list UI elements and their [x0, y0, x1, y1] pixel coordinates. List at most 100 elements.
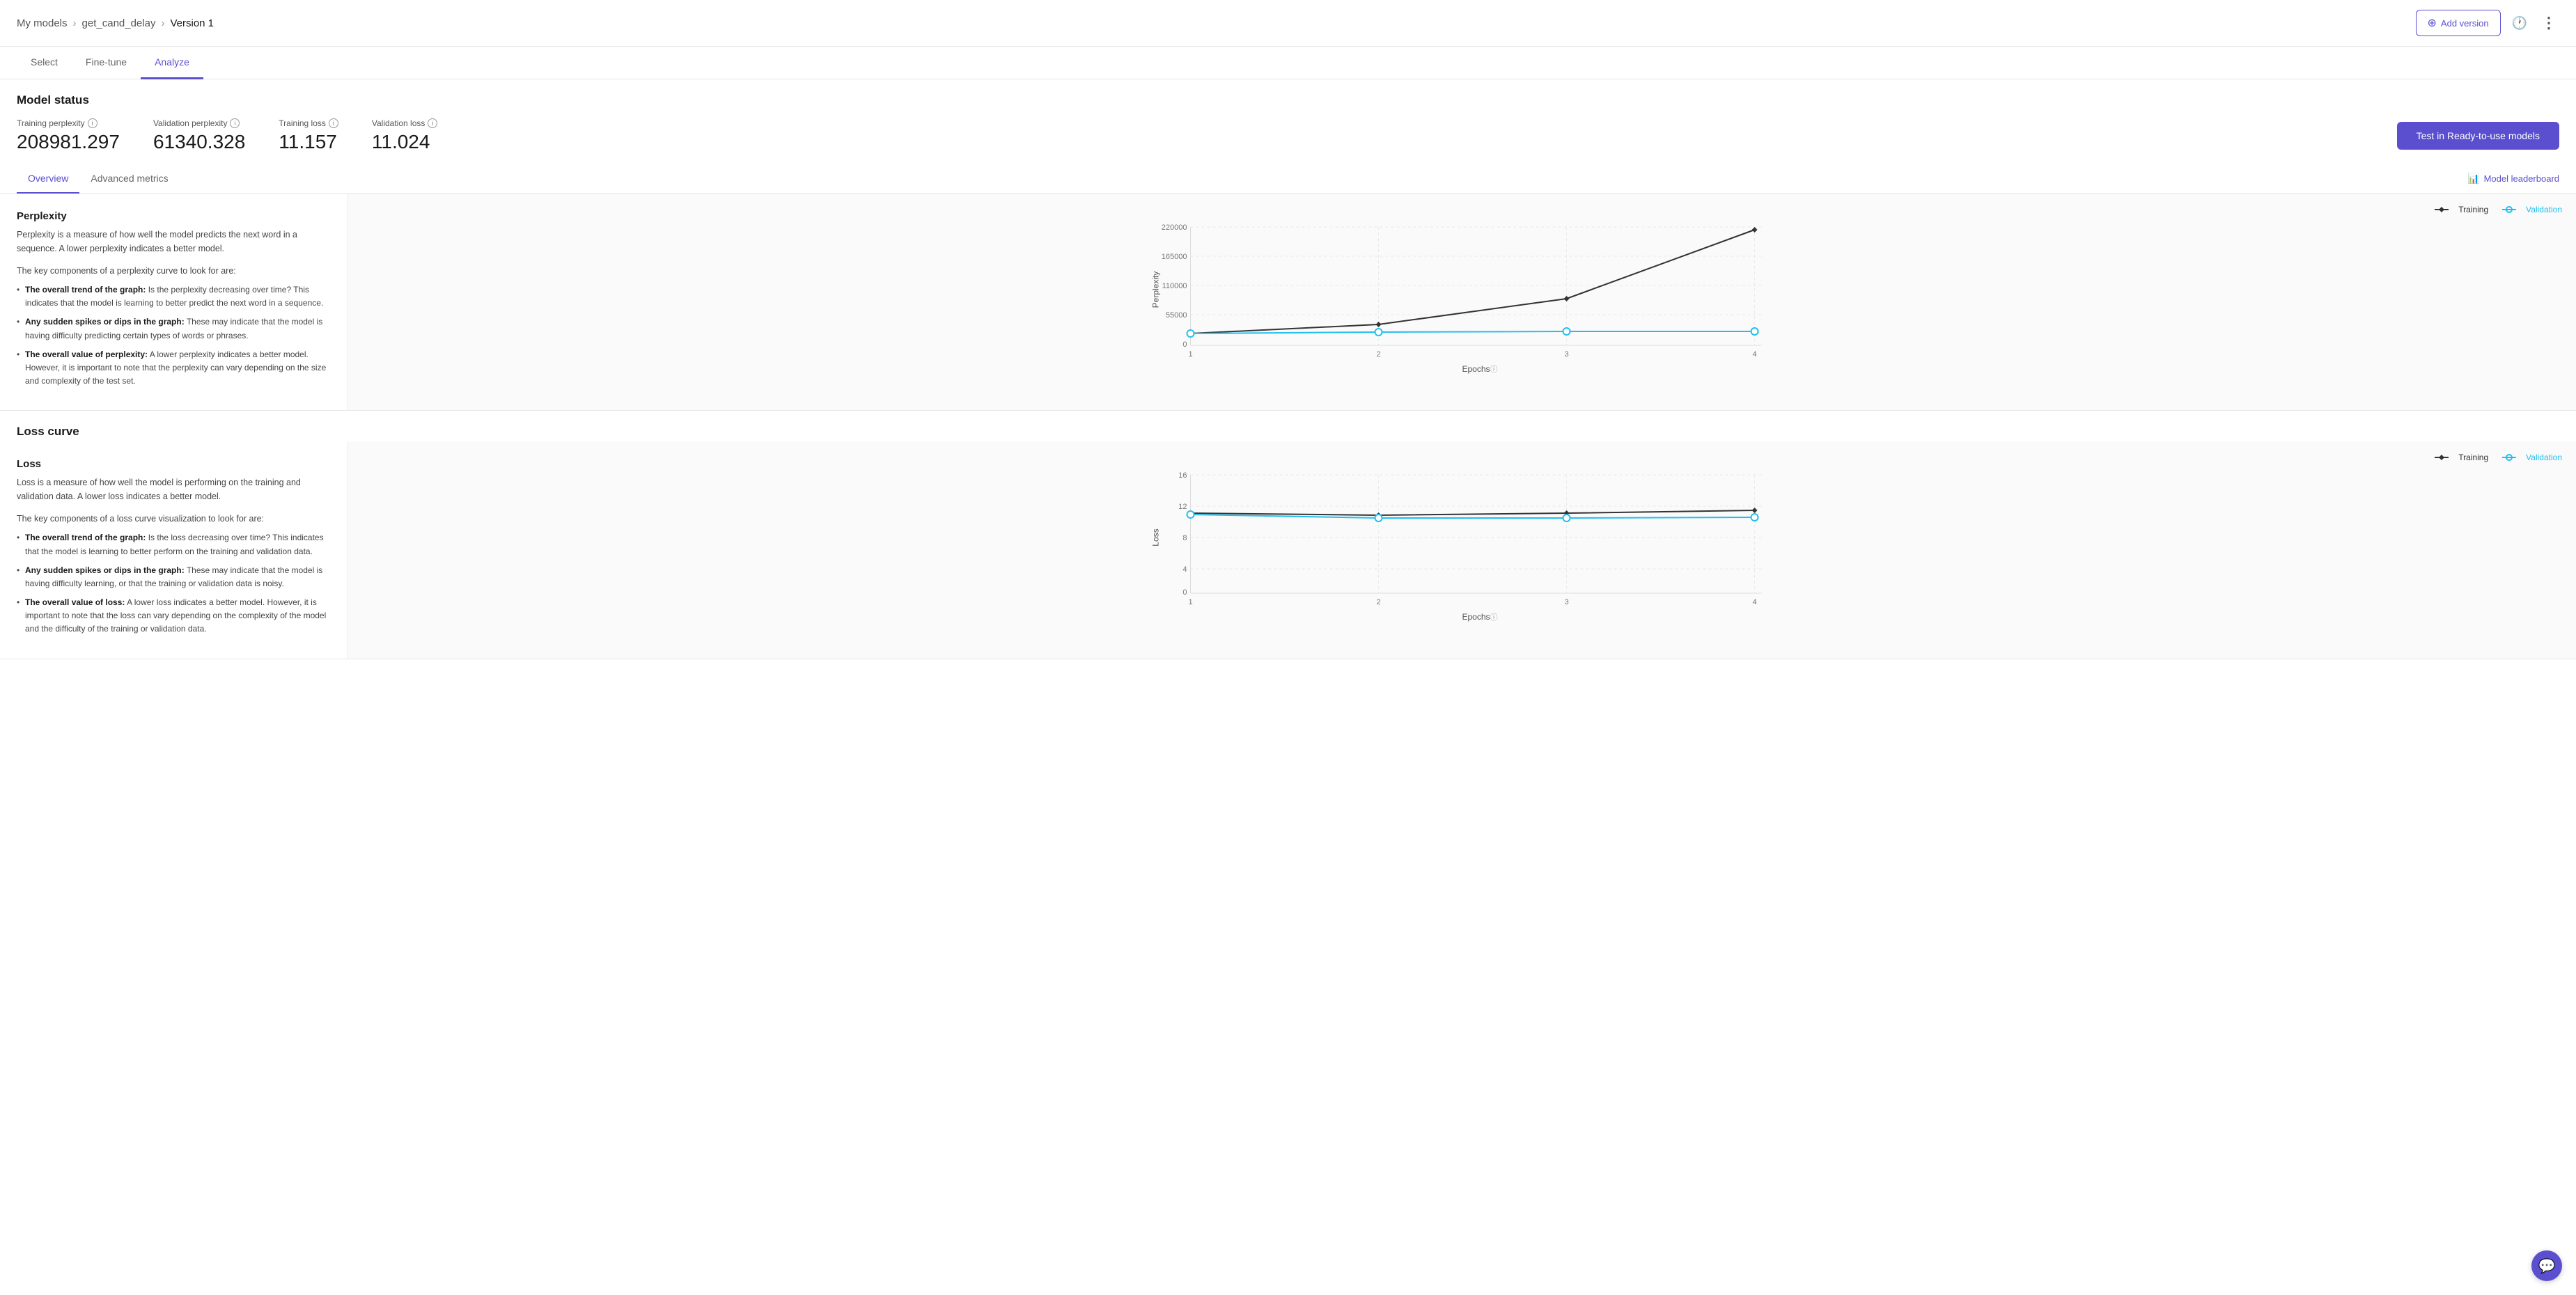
info-icon-validation-perplexity[interactable]: i: [230, 118, 240, 128]
add-version-button[interactable]: ⊕ Add version: [2416, 10, 2501, 36]
svg-text:110000: 110000: [1162, 282, 1187, 290]
perplexity-section-inner: Perplexity Perplexity is a measure of ho…: [0, 194, 2576, 410]
top-bar: My models › get_cand_delay › Version 1 ⊕…: [0, 0, 2576, 47]
leaderboard-chart-icon: 📊: [2467, 173, 2479, 185]
perplexity-desc: Perplexity is a measure of how well the …: [17, 228, 331, 256]
sub-tab-overview[interactable]: Overview: [17, 164, 79, 194]
metric-value-training-perplexity: 208981.297: [17, 131, 120, 153]
loss-legend-validation-label: Validation: [2526, 453, 2562, 462]
sub-tabs: Overview Advanced metrics 📊 Model leader…: [0, 164, 2576, 194]
loss-legend-validation: Validation: [2502, 453, 2562, 462]
chat-icon: 💬: [2538, 1257, 2556, 1275]
loss-bullet-3: The overall value of loss: A lower loss …: [17, 596, 331, 636]
loss-sub-label: The key components of a loss curve visua…: [17, 512, 331, 526]
perplexity-chart: 220000 165000 110000 55000 0 1 2 3 4 Per…: [362, 220, 2562, 380]
perplexity-bullet-2: Any sudden spikes or dips in the graph: …: [17, 315, 331, 342]
loss-training-legend-line: [2435, 453, 2454, 462]
loss-section-inner: Loss Loss is a measure of how well the m…: [0, 441, 2576, 658]
metric-validation-loss: Validation loss i 11.024: [372, 118, 438, 153]
svg-text:2: 2: [1376, 350, 1380, 359]
svg-text:0: 0: [1182, 588, 1187, 597]
training-legend-line: [2435, 205, 2454, 214]
loss-legend-training: Training: [2435, 453, 2488, 462]
validation-legend-line: [2502, 205, 2522, 214]
svg-text:1: 1: [1188, 350, 1192, 359]
loss-sub-title: Loss: [17, 458, 331, 470]
svg-text:4: 4: [1182, 565, 1187, 574]
perplexity-legend-training: Training: [2435, 205, 2488, 214]
svg-text:0: 0: [1182, 340, 1187, 349]
loss-section: Loss Loss is a measure of how well the m…: [0, 441, 2576, 659]
svg-text:4: 4: [1752, 350, 1756, 359]
tab-analyze[interactable]: Analyze: [141, 47, 203, 79]
perplexity-legend-validation: Validation: [2502, 205, 2562, 214]
add-version-label: Add version: [2441, 18, 2489, 29]
perplexity-section: Perplexity Perplexity is a measure of ho…: [0, 194, 2576, 411]
breadcrumb-sep1: ›: [73, 17, 77, 29]
loss-bullet-2-bold: Any sudden spikes or dips in the graph:: [25, 565, 185, 575]
loss-bullet-2: Any sudden spikes or dips in the graph: …: [17, 564, 331, 590]
svg-text:Epochs: Epochs: [1462, 612, 1490, 622]
metrics-row: Training perplexity i 208981.297 Validat…: [17, 118, 2559, 153]
loss-chart-area: Training Validation: [348, 441, 2576, 658]
more-options-button[interactable]: ⋮: [2538, 11, 2559, 35]
perplexity-description: Perplexity Perplexity is a measure of ho…: [0, 194, 348, 410]
chat-bubble-button[interactable]: 💬: [2531, 1250, 2562, 1281]
svg-text:16: 16: [1178, 471, 1187, 480]
info-icon-validation-loss[interactable]: i: [428, 118, 437, 128]
svg-text:12: 12: [1178, 503, 1187, 511]
svg-text:165000: 165000: [1162, 253, 1187, 261]
metric-label-training-loss: Training loss i: [279, 118, 338, 128]
metric-value-validation-loss: 11.024: [372, 131, 438, 153]
breadcrumb: My models › get_cand_delay › Version 1: [17, 17, 214, 29]
perplexity-chart-area: Training Validation: [348, 194, 2576, 410]
loss-bullet-3-bold: The overall value of loss:: [25, 597, 125, 607]
svg-text:2: 2: [1376, 598, 1380, 606]
svg-text:3: 3: [1564, 350, 1568, 359]
loss-bullets: The overall trend of the graph: Is the l…: [17, 531, 331, 636]
sub-tabs-left: Overview Advanced metrics: [17, 164, 180, 193]
metric-value-validation-perplexity: 61340.328: [153, 131, 245, 153]
svg-text:Perplexity: Perplexity: [1151, 272, 1161, 308]
model-leaderboard-link[interactable]: 📊 Model leaderboard: [2467, 173, 2559, 185]
loss-chart: 16 12 8 4 0 1 2 3 4 Loss Epochs ⓘ: [362, 468, 2562, 628]
more-icon: ⋮: [2541, 14, 2557, 31]
metric-label-validation-perplexity: Validation perplexity i: [153, 118, 245, 128]
perplexity-bullet-1: The overall trend of the graph: Is the p…: [17, 283, 331, 310]
loss-validation-legend-line: [2502, 453, 2522, 462]
info-icon-training-perplexity[interactable]: i: [88, 118, 97, 128]
perplexity-bullet-3-bold: The overall value of perplexity:: [25, 350, 148, 359]
info-icon-training-loss[interactable]: i: [329, 118, 338, 128]
model-status-section: Model status Training perplexity i 20898…: [0, 79, 2576, 164]
test-ready-to-use-button[interactable]: Test in Ready-to-use models: [2397, 122, 2559, 150]
perplexity-chart-legend: Training Validation: [362, 205, 2562, 214]
main-content: Perplexity Perplexity is a measure of ho…: [0, 194, 2576, 659]
svg-text:ⓘ: ⓘ: [1490, 613, 1498, 622]
svg-text:8: 8: [1182, 534, 1187, 542]
breadcrumb-sep2: ›: [161, 17, 164, 29]
tab-finetune[interactable]: Fine-tune: [72, 47, 141, 79]
loss-legend-training-label: Training: [2458, 453, 2488, 462]
loss-section-title: Loss curve: [0, 411, 2576, 441]
loss-desc: Loss is a measure of how well the model …: [17, 476, 331, 503]
perplexity-bullet-1-bold: The overall trend of the graph:: [25, 285, 146, 295]
svg-text:1: 1: [1188, 598, 1192, 606]
metric-label-training-perplexity: Training perplexity i: [17, 118, 120, 128]
breadcrumb-part1[interactable]: My models: [17, 17, 68, 29]
history-icon: 🕐: [2512, 16, 2527, 30]
sub-tab-advanced-metrics[interactable]: Advanced metrics: [79, 164, 179, 194]
breadcrumb-part3: Version 1: [170, 17, 214, 29]
tab-select[interactable]: Select: [17, 47, 72, 79]
svg-text:55000: 55000: [1166, 311, 1187, 320]
loss-bullet-1: The overall trend of the graph: Is the l…: [17, 531, 331, 558]
loss-curve-title: Loss curve: [17, 425, 2559, 439]
breadcrumb-part2[interactable]: get_cand_delay: [82, 17, 156, 29]
loss-bullet-1-bold: The overall trend of the graph:: [25, 533, 146, 542]
metric-validation-perplexity: Validation perplexity i 61340.328: [153, 118, 245, 153]
history-button[interactable]: 🕐: [2509, 13, 2530, 33]
svg-text:Epochs: Epochs: [1462, 364, 1490, 374]
perplexity-bullets: The overall trend of the graph: Is the p…: [17, 283, 331, 388]
perplexity-bullet-2-bold: Any sudden spikes or dips in the graph:: [25, 317, 185, 327]
plus-circle-icon: ⊕: [2428, 16, 2437, 30]
svg-text:4: 4: [1752, 598, 1756, 606]
